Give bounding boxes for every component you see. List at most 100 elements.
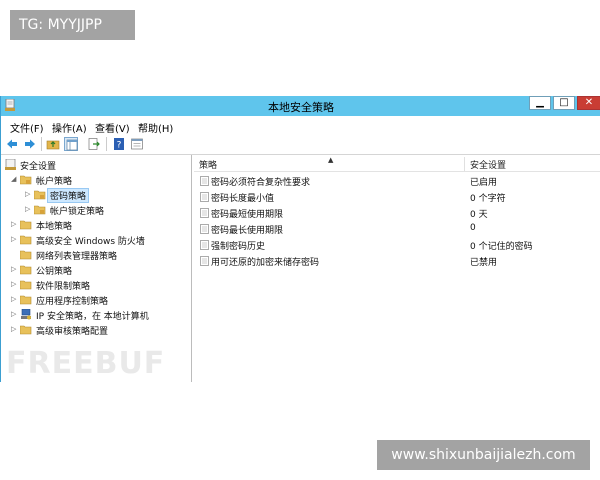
- freebuf-watermark-logo: FREEBUF: [6, 346, 165, 379]
- tree-item-application-control[interactable]: ▷ 应用程序控制策略: [11, 293, 189, 307]
- tree-item-label: 安全设置: [20, 162, 57, 172]
- policy-name: 密码最长使用期限: [211, 226, 284, 236]
- folder-icon: [20, 235, 32, 245]
- menu-action[interactable]: 操作(A): [52, 120, 87, 135]
- security-settings-icon: [5, 159, 16, 170]
- tree-item-label: 本地策略: [36, 222, 73, 232]
- policy-setting: 已禁用: [470, 258, 498, 268]
- tree-item-account-lockout-policy[interactable]: ▷ 帐户锁定策略: [25, 203, 189, 217]
- svg-text:?: ?: [117, 141, 122, 151]
- folder-icon: [20, 220, 32, 230]
- tree-item-password-policy[interactable]: ▷ 密码策略: [25, 188, 189, 203]
- policy-row[interactable]: 密码必须符合复杂性要求 已启用: [194, 173, 600, 189]
- tree-item-label: 软件限制策略: [36, 282, 91, 292]
- policy-icon: [200, 176, 209, 186]
- policy-name: 密码必须符合复杂性要求: [211, 178, 311, 188]
- menu-bar: 文件(F) 操作(A) 查看(V) 帮助(H): [1, 118, 600, 135]
- tree-item-local-policies[interactable]: ▷ 本地策略: [11, 218, 189, 232]
- policy-icon: [200, 240, 209, 250]
- tree-item-ip-security[interactable]: ▷ IP 安全策略，在 本地计算机: [11, 308, 189, 322]
- show-tree-icon[interactable]: [64, 137, 78, 151]
- collapsed-arrow-icon[interactable]: ▷: [25, 205, 31, 214]
- tree-twisty: [11, 250, 17, 259]
- svg-text:FREEBUF: FREEBUF: [6, 346, 165, 379]
- window-title: 本地安全策略: [268, 101, 334, 114]
- tree-item-software-restriction[interactable]: ▷ 软件限制策略: [11, 278, 189, 292]
- policy-name: 密码最短使用期限: [211, 210, 284, 220]
- sort-ascending-icon: ▲: [328, 156, 334, 164]
- policy-row[interactable]: 密码最短使用期限 0 天: [194, 205, 600, 221]
- toolbar-separator: [41, 137, 42, 151]
- folder-icon: [20, 325, 32, 335]
- folder-lock-icon: [34, 190, 46, 200]
- policy-name: 用可还原的加密来储存密码: [211, 258, 320, 268]
- collapsed-arrow-icon[interactable]: ▷: [11, 310, 17, 319]
- tree-item-label: 密码策略: [46, 188, 90, 203]
- policy-row[interactable]: 密码长度最小值 0 个字符: [194, 189, 600, 205]
- title-bar[interactable]: 本地安全策略 ▁ □ ✕: [1, 96, 600, 116]
- policy-setting: 0 个记住的密码: [470, 242, 533, 252]
- folder-icon: [20, 295, 32, 305]
- collapsed-arrow-icon[interactable]: ▷: [25, 190, 31, 199]
- column-header-security-setting[interactable]: 安全设置: [470, 158, 506, 171]
- tree-item-label: 应用程序控制策略: [36, 297, 109, 307]
- collapsed-arrow-icon[interactable]: ▷: [11, 220, 17, 229]
- properties-icon[interactable]: [130, 137, 144, 151]
- policy-icon: [200, 208, 209, 218]
- toolbar-separator: [106, 137, 107, 151]
- tree-item-network-list-manager[interactable]: 网络列表管理器策略: [11, 248, 189, 262]
- tree-item-advanced-audit[interactable]: ▷ 高级审核策略配置: [11, 323, 189, 337]
- policy-row[interactable]: 用可还原的加密来储存密码 已禁用: [194, 253, 600, 269]
- policy-icon: [200, 224, 209, 234]
- collapsed-arrow-icon[interactable]: ▷: [11, 325, 17, 334]
- policy-list: 策略 ▲ 安全设置 密码必须符合复杂性要求 已启用 密码长度最小值 0 个字符 …: [194, 155, 600, 382]
- watermark-top: TG: MYYJJPP: [10, 10, 135, 40]
- policy-setting: 0 天: [470, 210, 488, 220]
- forward-icon[interactable]: [23, 137, 37, 151]
- close-button[interactable]: ✕: [577, 96, 600, 110]
- tree-item-security-settings[interactable]: ◢ 安全设置: [3, 158, 189, 172]
- tree-item-label: 高级审核策略配置: [36, 327, 109, 337]
- up-folder-icon[interactable]: [46, 137, 60, 151]
- tree-item-windows-firewall[interactable]: ▷ 高级安全 Windows 防火墙: [11, 233, 189, 247]
- maximize-button[interactable]: □: [553, 96, 575, 110]
- expanded-arrow-icon[interactable]: ◢: [11, 175, 17, 184]
- menu-help[interactable]: 帮助(H): [138, 120, 173, 135]
- menu-view[interactable]: 查看(V): [95, 120, 130, 135]
- toolbar: ?: [1, 134, 600, 155]
- tree-item-label: 高级安全 Windows 防火墙: [36, 237, 145, 247]
- folder-icon: [20, 265, 32, 275]
- watermark-bottom: www.shixunbaijialezh.com: [377, 440, 590, 470]
- policy-row[interactable]: 强制密码历史 0 个记住的密码: [194, 237, 600, 253]
- local-security-policy-window: 本地安全策略 ▁ □ ✕ 文件(F) 操作(A) 查看(V) 帮助(H) ? 安…: [0, 96, 600, 382]
- policy-icon: [200, 256, 209, 266]
- help-icon[interactable]: ?: [112, 137, 126, 151]
- folder-icon: [20, 250, 32, 260]
- policy-name: 强制密码历史: [211, 242, 266, 252]
- collapsed-arrow-icon[interactable]: ▷: [11, 295, 17, 304]
- collapsed-arrow-icon[interactable]: ▷: [11, 235, 17, 244]
- minimize-button[interactable]: ▁: [529, 96, 551, 110]
- export-list-icon[interactable]: [87, 137, 101, 151]
- menu-file[interactable]: 文件(F): [10, 120, 44, 135]
- tree-item-label: IP 安全策略，在 本地计算机: [36, 312, 149, 322]
- policy-setting: 0 个字符: [470, 194, 506, 204]
- folder-lock-icon: [20, 175, 32, 185]
- column-header-policy[interactable]: 策略: [199, 158, 217, 171]
- policy-setting: 0: [470, 223, 476, 233]
- tree-item-label: 网络列表管理器策略: [36, 252, 118, 262]
- folder-lock-icon: [34, 205, 46, 215]
- policy-name: 密码长度最小值: [211, 194, 275, 204]
- collapsed-arrow-icon[interactable]: ▷: [11, 265, 17, 274]
- column-divider[interactable]: [464, 157, 465, 171]
- policy-icon: [200, 192, 209, 202]
- policy-row[interactable]: 密码最长使用期限 0: [194, 221, 600, 237]
- list-header: 策略 ▲ 安全设置: [194, 156, 600, 172]
- policy-setting: 已启用: [470, 178, 498, 188]
- back-icon[interactable]: [5, 137, 19, 151]
- collapsed-arrow-icon[interactable]: ▷: [11, 280, 17, 289]
- tree-item-public-key-policies[interactable]: ▷ 公钥策略: [11, 263, 189, 277]
- ip-security-icon: [21, 309, 31, 320]
- tree-item-label: 帐户锁定策略: [50, 207, 105, 217]
- tree-item-account-policies[interactable]: ◢ 帐户策略: [11, 173, 189, 187]
